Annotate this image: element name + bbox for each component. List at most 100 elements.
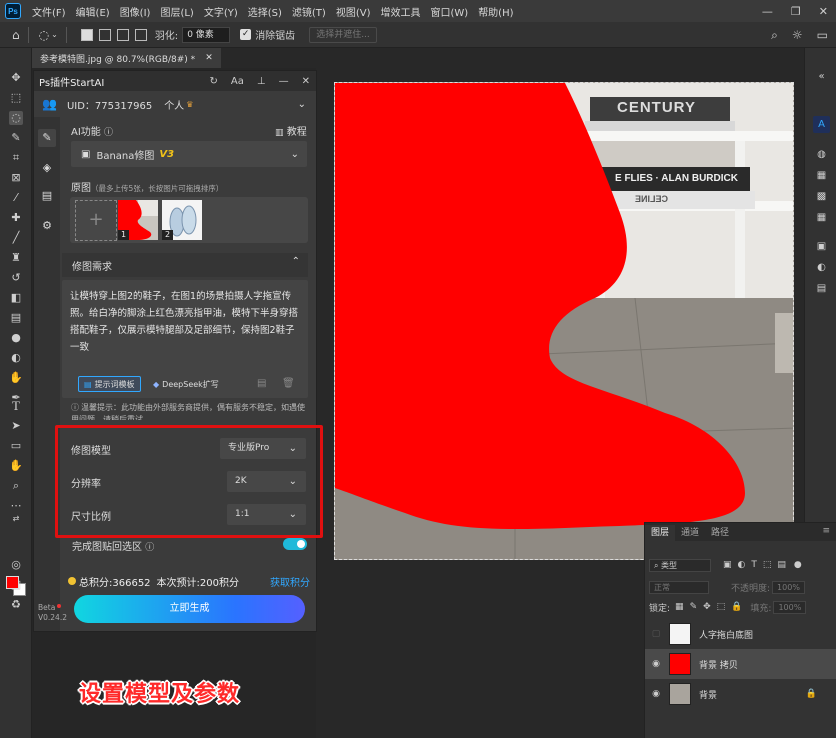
fill-input[interactable]: 100%	[773, 600, 807, 614]
visibility-off-icon[interactable]: ▢	[648, 629, 664, 639]
menu-select[interactable]: 选择(S)	[243, 4, 287, 19]
stamp-tool-icon[interactable]: ♜	[9, 251, 23, 265]
frame-tool-icon[interactable]: ⊠	[9, 171, 23, 185]
lock-paint-icon[interactable]: ✎	[690, 602, 698, 612]
adjustments-icon[interactable]: ◐	[815, 261, 828, 274]
thumbnail-2[interactable]: 2	[162, 200, 202, 240]
lasso-tool-icon[interactable]: ◌	[9, 111, 23, 125]
feather-input[interactable]: 0 像素	[182, 26, 231, 43]
chevron-down-icon[interactable]: ⌄	[51, 30, 58, 39]
lasso-tool-icon[interactable]: ◌	[39, 28, 49, 42]
lock-artboard-icon[interactable]: ⬚	[717, 602, 726, 612]
quick-mask-icon[interactable]: ◎	[9, 558, 23, 572]
more-tools-icon[interactable]: ⋯	[9, 499, 23, 513]
expand-panels-icon[interactable]: «	[815, 70, 828, 83]
pin-icon[interactable]: ⊥	[257, 76, 266, 87]
minimize-panel-icon[interactable]: —	[279, 76, 289, 87]
get-points-link[interactable]: 获取积分	[270, 574, 310, 589]
search-icon[interactable]: ⌕	[771, 28, 778, 43]
tab-layers[interactable]: 图层	[645, 525, 676, 541]
blur-tool-icon[interactable]: ●	[9, 331, 23, 345]
brush-tool-icon[interactable]: ╱	[9, 231, 23, 245]
generate-button[interactable]: 立即生成	[74, 595, 305, 623]
healing-brush-icon[interactable]: ✚	[9, 211, 23, 225]
paste-back-toggle[interactable]	[283, 538, 307, 550]
filter-adjust-icon[interactable]: ◐	[738, 560, 746, 570]
menu-edit[interactable]: 编辑(E)	[71, 4, 115, 19]
add-selection-icon[interactable]	[98, 28, 111, 41]
subtract-selection-icon[interactable]	[116, 28, 129, 41]
tab-paths[interactable]: 路径	[705, 525, 735, 541]
history-brush-icon[interactable]: ↺	[9, 271, 23, 285]
chevron-down-icon[interactable]: ⌄	[298, 99, 306, 110]
layer-item[interactable]: ◉ 背景 拷贝	[645, 649, 836, 679]
restore-icon[interactable]: ❐	[791, 5, 801, 18]
new-selection-icon[interactable]	[80, 28, 93, 41]
edit-icon[interactable]: ✎	[38, 129, 56, 147]
marquee-tool-icon[interactable]: ⬚	[9, 91, 23, 105]
menu-help[interactable]: 帮助(H)	[473, 4, 518, 19]
light-bulb-icon[interactable]: ☼	[792, 28, 803, 42]
lock-all-icon[interactable]: 🔒	[731, 602, 742, 612]
menu-type[interactable]: 文字(Y)	[199, 4, 243, 19]
filter-type-select[interactable]: ⌕ 类型	[649, 558, 711, 572]
path-select-icon[interactable]: ➤	[9, 419, 23, 433]
opacity-input[interactable]: 100%	[772, 580, 805, 594]
close-tab-icon[interactable]: ✕	[205, 53, 213, 63]
lock-transparent-icon[interactable]: ▦	[675, 602, 684, 612]
antialias-checkbox[interactable]: ✓	[240, 29, 252, 40]
document-image[interactable]: CENTURY E FLIES · ALAN BURDICK CELINE	[334, 82, 794, 560]
refresh-icon[interactable]: ↻	[210, 76, 218, 87]
menu-image[interactable]: 图像(I)	[115, 4, 156, 19]
layer-item[interactable]: ◉ 背景 🔒	[645, 679, 836, 709]
minimize-icon[interactable]: —	[762, 5, 773, 18]
filter-pixel-icon[interactable]: ▣	[723, 560, 732, 570]
select-and-mask-button[interactable]: 选择并遮住...	[309, 26, 377, 43]
crop-tool-icon[interactable]: ⌗	[9, 151, 23, 165]
user-row[interactable]: 👥 UID：775317965 个人 ♛ ⌄	[34, 91, 316, 117]
layer-item[interactable]: ▢ 人字拖白底图	[645, 619, 836, 649]
deepseek-expand-button[interactable]: ◆ DeepSeek扩写	[148, 376, 224, 392]
plugin-icon[interactable]: ♻	[9, 598, 23, 612]
close-panel-icon[interactable]: ✕	[302, 76, 310, 87]
intersect-selection-icon[interactable]	[134, 28, 147, 41]
prompt-template-button[interactable]: ▤ 提示词模板	[78, 376, 141, 392]
color-palette-icon[interactable]: ◍	[815, 148, 828, 161]
rectangle-tool-icon[interactable]: ▭	[9, 439, 23, 453]
tab-channels[interactable]: 通道	[675, 525, 705, 541]
layers-icon[interactable]: ◈	[40, 161, 54, 175]
requirement-textarea[interactable]: 让模特穿上图2的鞋子，在图1的场景拍摄人字拖宣传照。给白净的脚涂上红色漂亮指甲油…	[62, 280, 308, 398]
patterns-icon[interactable]: ▦	[815, 211, 828, 224]
quick-select-icon[interactable]: ✎	[9, 131, 23, 145]
lock-move-icon[interactable]: ✥	[703, 602, 711, 612]
filter-shape-icon[interactable]: ⬚	[763, 560, 772, 570]
filter-type-icon[interactable]: T	[751, 560, 757, 570]
gradient-tool-icon[interactable]: ▤	[9, 311, 23, 325]
requirement-header[interactable]: 修图需求 ⌃	[62, 253, 308, 277]
eraser-tool-icon[interactable]: ◧	[9, 291, 23, 305]
swatches-icon[interactable]: ▦	[815, 169, 828, 182]
hand-tool-icon[interactable]: ✋	[9, 459, 23, 473]
move-tool-icon[interactable]: ✥	[9, 71, 23, 85]
zoom-tool-icon[interactable]: ⌕	[9, 479, 23, 493]
eye-icon[interactable]: ◉	[648, 689, 664, 699]
thumbnail-1[interactable]: 1	[118, 200, 158, 240]
document-tab[interactable]: 参考模特图.jpg @ 80.7%(RGB/8#) * ✕	[32, 48, 221, 68]
dodge-tool-icon[interactable]: ◐	[9, 351, 23, 365]
menu-layer[interactable]: 图层(L)	[155, 4, 198, 19]
menu-file[interactable]: 文件(F)	[27, 4, 71, 19]
add-image-button[interactable]: +	[75, 200, 117, 241]
gradients-icon[interactable]: ▩	[815, 190, 828, 203]
tutorial-link[interactable]: ▥ 教程	[275, 123, 307, 138]
eyedropper-icon[interactable]: ⁄	[9, 191, 23, 205]
menu-plugins[interactable]: 增效工具	[375, 4, 425, 19]
home-icon[interactable]: ⌂	[12, 28, 20, 42]
chevron-up-icon[interactable]: ⌃	[292, 256, 300, 267]
workspace-icon[interactable]: ▭	[817, 28, 828, 42]
menu-filter[interactable]: 滤镜(T)	[287, 4, 331, 19]
menu-view[interactable]: 视图(V)	[331, 4, 376, 19]
close-window-icon[interactable]: ✕	[819, 5, 828, 18]
filter-toggle-icon[interactable]: ●	[794, 560, 802, 570]
trash-icon[interactable]: 🗑	[282, 378, 295, 389]
filter-smart-icon[interactable]: ▤	[777, 560, 786, 570]
